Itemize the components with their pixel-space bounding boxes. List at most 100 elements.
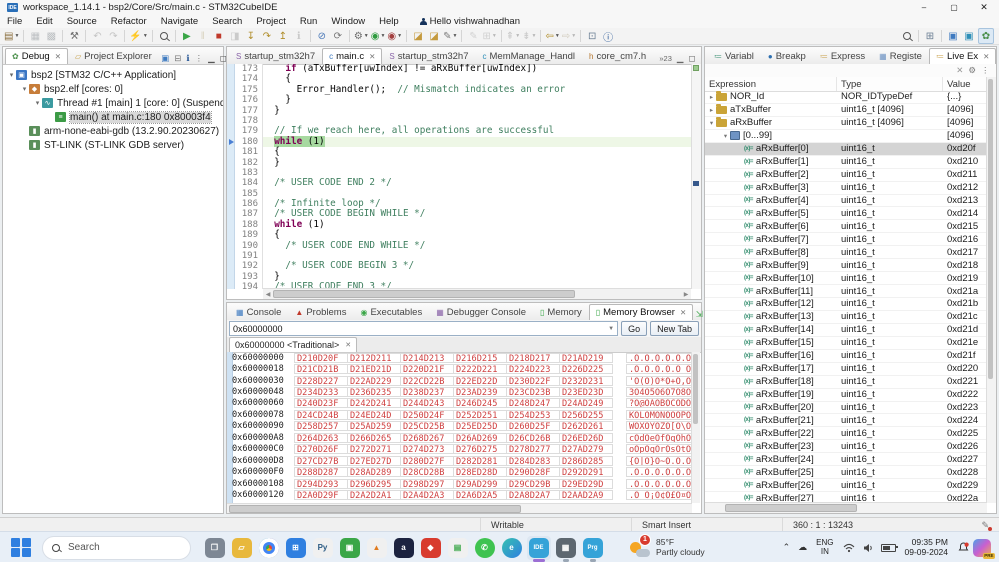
expression-row[interactable]: (x)= aRxBuffer[17] uint16_t 0xd220 bbox=[705, 363, 987, 376]
menu-source[interactable]: Source bbox=[60, 16, 104, 27]
memory-hex-cell[interactable]: D260D25F bbox=[506, 421, 560, 432]
memory-hex-cell[interactable]: D284D283 bbox=[506, 455, 560, 467]
taskbar-file-explorer-icon[interactable]: ▱ bbox=[230, 536, 254, 560]
expression-row[interactable]: (x)= aRxBuffer[18] uint16_t 0xd221 bbox=[705, 376, 987, 389]
expression-row[interactable]: (x)= aRxBuffer[25] uint16_t 0xd228 bbox=[705, 466, 987, 480]
expression-row[interactable]: (x)= aRxBuffer[9] uint16_t 0xd218 bbox=[705, 259, 987, 273]
debug-tree-node[interactable]: ▾ ◆ bsp2.elf [cores: 0] bbox=[3, 82, 223, 96]
new-file-icon[interactable]: ▤ ▼ bbox=[4, 29, 19, 43]
code-line[interactable]: /* USER CODE END WHILE */ bbox=[263, 240, 691, 251]
memory-hex-cell[interactable]: D2A0D29F bbox=[294, 489, 348, 501]
suspend-icon[interactable]: ‖ bbox=[196, 29, 210, 43]
memory-hex-cell[interactable]: D236D235 bbox=[347, 387, 401, 398]
taskbar-task-view-icon[interactable]: ❒ bbox=[203, 536, 227, 560]
memory-hex-cell[interactable]: D254D253 bbox=[506, 409, 560, 421]
memory-hex-cell[interactable]: D25AD259 bbox=[347, 421, 401, 432]
taskbar-search[interactable]: Search bbox=[42, 535, 191, 560]
chevron-down-icon[interactable]: ▼ bbox=[608, 326, 614, 332]
profile-icon[interactable]: ⚙ ▼ bbox=[354, 29, 369, 43]
skip-breakpoints-icon[interactable]: ⊘ bbox=[315, 29, 329, 43]
forward-icon[interactable]: ⇨ ▼ bbox=[562, 29, 576, 43]
taskbar-anydesk-icon[interactable]: ◆ bbox=[419, 536, 443, 560]
memory-hex-cell[interactable]: D27CD27B bbox=[294, 455, 348, 467]
taskbar-notes-app-icon[interactable]: ▤ bbox=[446, 536, 470, 560]
expression-row[interactable]: (x)= aRxBuffer[1] uint16_t 0xd210 bbox=[705, 156, 987, 169]
memory-hex-cell[interactable]: D22ED22D bbox=[453, 375, 507, 387]
code-editor[interactable]: 173 174 175 176 177 178 179 180 181 182 183 184 185 1… bbox=[227, 64, 701, 292]
memory-hex-cell[interactable]: D238D237 bbox=[400, 387, 454, 398]
search-icon[interactable] bbox=[900, 29, 914, 43]
expression-row[interactable]: (x)= aRxBuffer[13] uint16_t 0xd21c bbox=[705, 311, 987, 324]
memory-hex-cell[interactable]: D23ED23D bbox=[559, 387, 613, 398]
taskbar-python-file-icon[interactable]: Py bbox=[311, 536, 335, 560]
memory-hex-cell[interactable]: D286D285 bbox=[559, 455, 613, 467]
taskbar-chrome-icon[interactable] bbox=[257, 536, 281, 560]
pin-editor-icon[interactable]: ⊡ bbox=[585, 29, 599, 43]
memory-hex-cell[interactable]: D28ED28D bbox=[453, 467, 507, 478]
expression-row[interactable]: ▸ NOR_Id NOR_IDTypeDef {...} bbox=[705, 91, 987, 104]
taskbar-whatsapp-icon[interactable]: ✆ bbox=[473, 536, 497, 560]
overview-ruler[interactable] bbox=[691, 64, 701, 289]
expression-row[interactable]: (x)= aRxBuffer[26] uint16_t 0xd229 bbox=[705, 479, 987, 493]
column-type[interactable]: Type bbox=[837, 77, 943, 91]
menu-refactor[interactable]: Refactor bbox=[104, 16, 154, 27]
expression-row[interactable]: (x)= aRxBuffer[16] uint16_t 0xd21f bbox=[705, 350, 987, 363]
instruction-mode-icon[interactable]: ℹ bbox=[186, 53, 189, 64]
expressions-list[interactable]: ▸ NOR_Id NOR_IDTypeDef {...} ▸ aTxBuffer uint1… bbox=[705, 91, 987, 503]
memory-hex-cell[interactable]: D228D227 bbox=[294, 375, 348, 387]
memory-hex-cell[interactable]: D294D293 bbox=[294, 478, 348, 490]
open-perspective-icon[interactable]: ⊞ bbox=[923, 29, 937, 43]
launch-icon[interactable]: ⚡ ▼ bbox=[129, 29, 147, 43]
memory-hex-cell[interactable]: D242D241 bbox=[347, 398, 401, 409]
tab-main-c[interactable]: c main.c ✕ bbox=[322, 48, 383, 64]
debug-app-icon[interactable]: ◉ ▼ bbox=[387, 29, 402, 43]
expression-row[interactable]: (x)= aRxBuffer[11] uint16_t 0xd21a bbox=[705, 285, 987, 298]
prev-annotation-icon[interactable]: ⇞ ▼ bbox=[506, 29, 520, 43]
memory-hex-cell[interactable]: D2AAD2A9 bbox=[559, 489, 613, 501]
expression-row[interactable]: (x)= aRxBuffer[24] uint16_t 0xd227 bbox=[705, 453, 987, 467]
debug-tree-node[interactable]: ▾ ▣ bsp2 [STM32 C/C++ Application] bbox=[3, 68, 223, 82]
memory-hex-cell[interactable]: D264D263 bbox=[294, 432, 348, 444]
memory-hex-cell[interactable]: D272D271 bbox=[347, 444, 401, 455]
battery-icon[interactable] bbox=[880, 543, 898, 552]
memory-vscrollbar[interactable] bbox=[691, 352, 700, 503]
memory-hex-cell[interactable]: D288D287 bbox=[294, 467, 348, 478]
memory-hex-cell[interactable]: D26ED26D bbox=[559, 432, 613, 444]
close-icon[interactable]: ✕ bbox=[369, 52, 375, 61]
code-line[interactable]: /* USER CODE BEGIN 3 */ bbox=[263, 261, 691, 271]
tab-executables[interactable]: ◉ Executables bbox=[353, 304, 429, 320]
code-line[interactable]: Error_Handler(); // Mismatch indicates a… bbox=[263, 84, 691, 95]
debug-tree-node[interactable]: ▮ arm-none-eabi-gdb (13.2.90.20230627) bbox=[3, 124, 223, 138]
memory-hex-cell[interactable]: D252D251 bbox=[453, 409, 507, 421]
debug-tree-node[interactable]: ▮ ST-LINK (ST-LINK GDB server) bbox=[3, 138, 223, 152]
expression-row[interactable]: ▸ aTxBuffer uint16_t [4096] [4096] bbox=[705, 104, 987, 117]
onedrive-icon[interactable]: ☁ bbox=[798, 542, 807, 553]
taskbar-vlc-icon[interactable]: ▲ bbox=[365, 536, 389, 560]
memory-row[interactable]: 0x60000078 D24CD24B D24ED24D D250D24F D252D2… bbox=[232, 409, 692, 421]
step-into-icon[interactable]: ↧ bbox=[244, 29, 258, 43]
memory-hex-cell[interactable]: D276D275 bbox=[453, 444, 507, 455]
memory-row[interactable]: 0x60000108 D294D293 D296D295 D298D297 D29AD2… bbox=[232, 478, 692, 490]
code-area[interactable]: if (aTxBuffer[uwIndex] != aRxBuffer[uwIn… bbox=[263, 64, 691, 289]
memory-hex-cell[interactable]: D2A8D2A7 bbox=[506, 489, 560, 501]
code-line[interactable]: if (aTxBuffer[uwIndex] != aRxBuffer[uwIn… bbox=[263, 64, 691, 74]
memory-row[interactable]: 0x60000018 D21CD21B D21ED21D D220D21F D222D2… bbox=[232, 363, 692, 375]
memory-hex-cell[interactable]: D212D211 bbox=[347, 352, 401, 364]
terminate-icon[interactable]: ■ bbox=[212, 29, 226, 43]
memory-hex-cell[interactable]: D26AD269 bbox=[453, 432, 507, 444]
expression-row[interactable]: (x)= aRxBuffer[5] uint16_t 0xd214 bbox=[705, 207, 987, 221]
code-line[interactable]: /* USER CODE END 2 */ bbox=[263, 178, 691, 188]
expressions-vscrollbar[interactable] bbox=[986, 77, 996, 503]
tab-project-explorer[interactable]: ▱ Project Explorer bbox=[68, 48, 159, 64]
expression-row[interactable]: (x)= aRxBuffer[22] uint16_t 0xd225 bbox=[705, 427, 987, 441]
debug-perspective-icon[interactable]: ✿ bbox=[978, 28, 994, 44]
tab-overflow-indicator[interactable]: »23 bbox=[659, 54, 672, 63]
go-button[interactable]: Go bbox=[621, 321, 648, 336]
expression-row[interactable]: ▾ aRxBuffer uint16_t [4096] [4096] bbox=[705, 117, 987, 130]
minimize-button[interactable]: – bbox=[909, 0, 939, 15]
build-icon[interactable]: ⚒ bbox=[67, 29, 81, 43]
tab-problems[interactable]: ▲ Problems bbox=[288, 304, 353, 320]
menu-navigate[interactable]: Navigate bbox=[154, 16, 206, 27]
tree-expander-icon[interactable]: ▾ bbox=[721, 132, 730, 140]
memory-hex-cell[interactable]: D244D243 bbox=[400, 398, 454, 409]
